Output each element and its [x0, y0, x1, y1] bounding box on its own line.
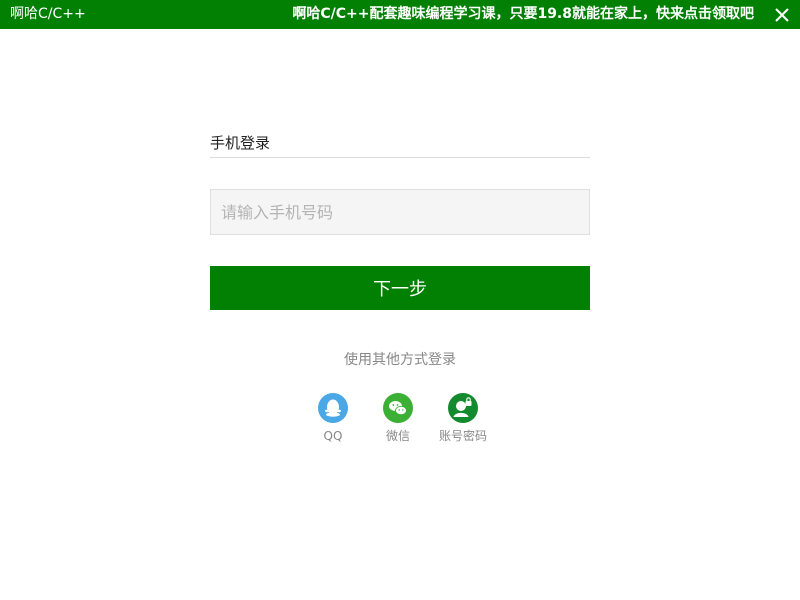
- wechat-option-label: 微信: [385, 429, 410, 443]
- title-bar: 啊哈C/C++ 啊哈C/C++配套趣味编程学习课，只要19.8就能在家上，快来点…: [0, 0, 800, 29]
- qq-login-option[interactable]: QQ: [298, 393, 368, 443]
- account-password-icon: [448, 393, 478, 423]
- heading-divider: [210, 157, 590, 158]
- next-step-button[interactable]: 下一步: [210, 266, 590, 310]
- phone-number-input[interactable]: [210, 189, 590, 235]
- wechat-icon: [383, 393, 413, 423]
- close-button[interactable]: [772, 5, 792, 25]
- qq-option-label: QQ: [323, 429, 343, 443]
- account-password-option-label: 账号密码: [438, 429, 487, 443]
- qq-icon: [318, 393, 348, 423]
- wechat-login-option[interactable]: 微信: [363, 393, 433, 443]
- account-password-login-option[interactable]: 账号密码: [428, 393, 498, 443]
- app-title: 啊哈C/C++: [10, 6, 86, 22]
- promo-banner-link[interactable]: 啊哈C/C++配套趣味编程学习课，只要19.8就能在家上，快来点击领取吧: [292, 6, 754, 23]
- other-login-methods-label: 使用其他方式登录: [344, 352, 456, 368]
- close-icon: [775, 8, 789, 22]
- login-method-heading: 手机登录: [210, 134, 271, 152]
